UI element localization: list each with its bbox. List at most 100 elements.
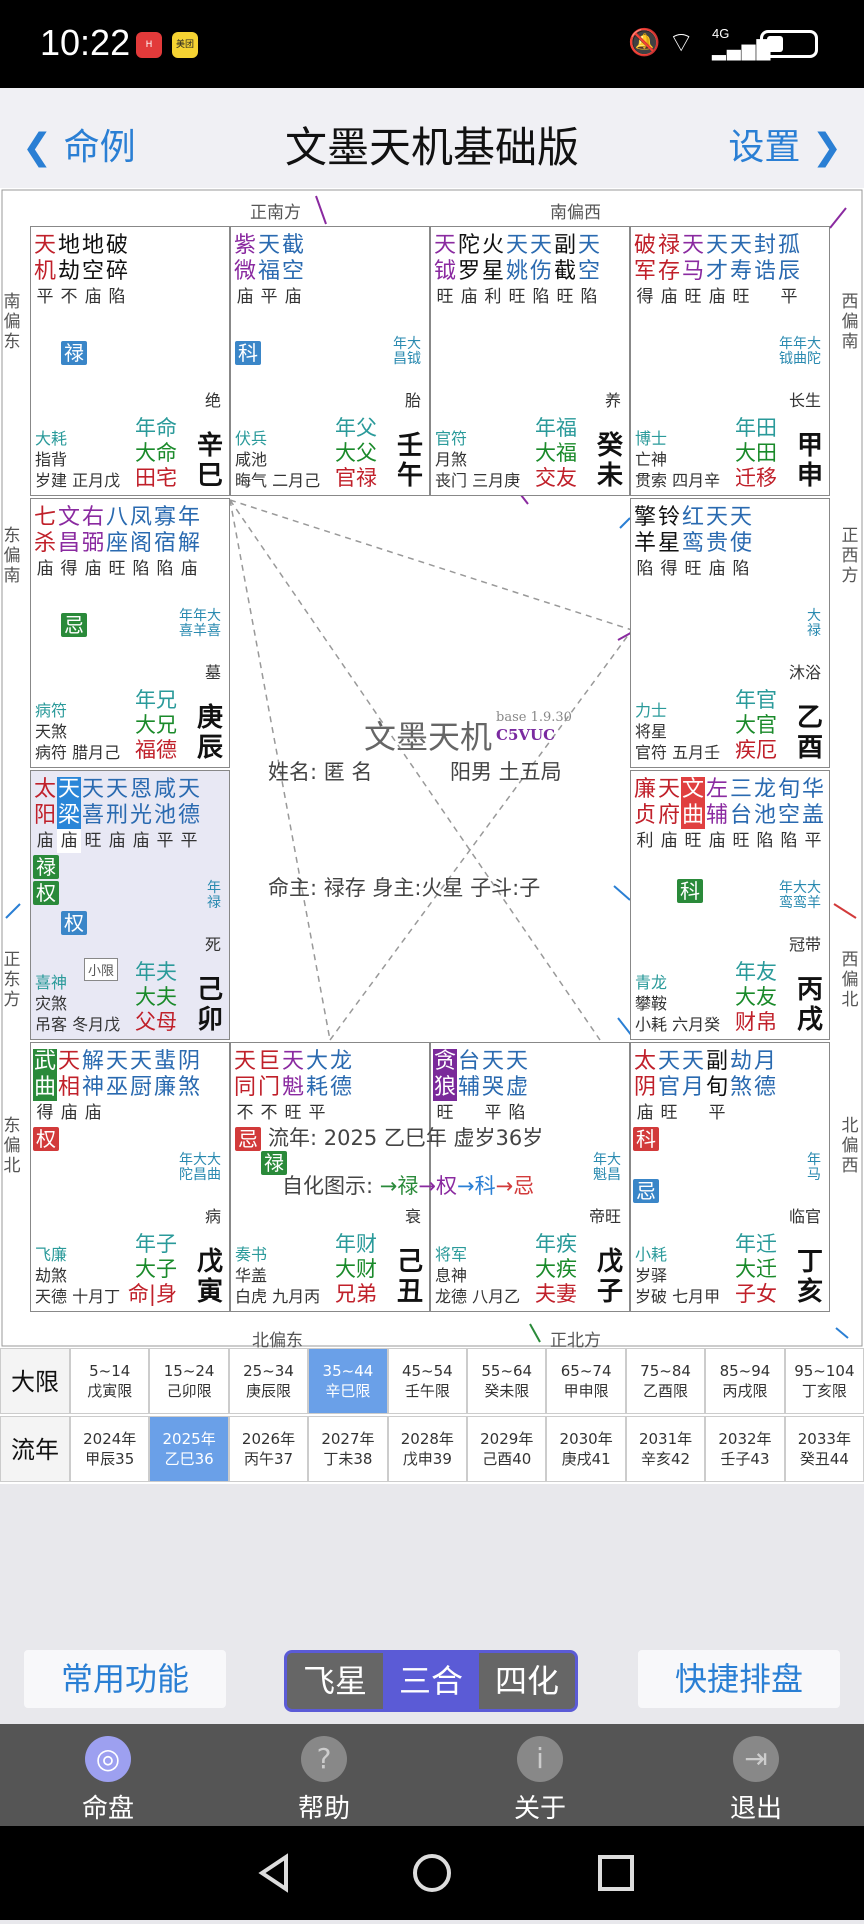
palace-7[interactable]: 廉贞利天府庙文曲旺左辅庙三台旺龙池陷旬空陷华盖平科年大大 鸾鸾羊 青龙 攀鞍 小耗 六… xyxy=(630,770,830,1040)
liunian-cell[interactable]: 2028年 戊申39 xyxy=(387,1416,468,1482)
cell-line1: 2027年 xyxy=(321,1430,375,1448)
god-line: 晦气 二月己 xyxy=(235,471,321,490)
quick-chart-button[interactable]: 快捷排盘 xyxy=(638,1650,840,1708)
liunian-cell[interactable]: 2030年 庚戌41 xyxy=(546,1416,626,1482)
nav-help[interactable]: ? 帮助 xyxy=(264,1724,384,1825)
palace-4[interactable]: 七杀庙文昌得右弼庙八座旺凤阁陷寡宿陷年解庙忌年年大 喜羊喜 病符 天煞 病符 腊月己年… xyxy=(30,498,230,768)
liunian-cell[interactable]: 2026年 丙午37 xyxy=(228,1416,309,1482)
liunian-cell[interactable]: 2033年 癸丑44 xyxy=(784,1416,864,1482)
common-functions-button[interactable]: 常用功能 xyxy=(24,1650,226,1708)
nav-about[interactable]: i 关于 xyxy=(480,1724,600,1825)
palace-name-line: 年友 xyxy=(735,960,777,984)
star: 红鸾旺 xyxy=(681,505,705,581)
cell-line2: 庚戌41 xyxy=(561,1450,611,1468)
sihua-chip: 科 xyxy=(677,879,703,903)
star-name: 凤阁 xyxy=(129,505,152,556)
home-circle-icon[interactable] xyxy=(413,1854,451,1892)
star-name: 红鸾 xyxy=(681,505,704,556)
year-chip: 年大大 陀昌曲 xyxy=(179,1152,221,1183)
palace-name-line: 年官 xyxy=(735,688,777,712)
palace-name-line: 年命 xyxy=(135,416,177,440)
star: 劫煞 xyxy=(729,1049,753,1125)
god-line: 咸池 xyxy=(235,450,268,469)
palace-5[interactable]: 擎羊陷铃星得红鸾旺天贵庙天使陷大 禄力士 将星 官符 五月壬 年官 大官 疾厄 沐浴 乙酉 xyxy=(630,498,830,768)
cell-line1: 2026年 xyxy=(241,1430,296,1448)
settings-button[interactable]: 设置 ❯ xyxy=(728,118,842,170)
palace-name-line: 大田 xyxy=(735,441,777,465)
palace-1[interactable]: 紫微庙天福平截空庙科年大 昌钺 伏兵 咸池 晦气 二月己 年父 大父 官禄胎壬午 xyxy=(230,226,430,496)
palace-names: 年兄 大兄 福德 xyxy=(135,688,177,763)
liunian-row: 流年 2024年 甲辰35 2025年 乙巳36 2026年 丙午37 2027年 丁未38 2… xyxy=(0,1416,864,1482)
liunian-cell[interactable]: 2027年 丁未38 xyxy=(308,1416,388,1482)
liunian-cell[interactable]: 2032年 壬子43 xyxy=(705,1416,785,1482)
daxian-cell[interactable]: 15~24 己卯限 xyxy=(149,1348,229,1414)
star-brightness: 庙 xyxy=(36,559,54,579)
star-name: 天才 xyxy=(705,233,728,284)
liunian-cell[interactable]: 2029年 己酉40 xyxy=(467,1416,547,1482)
sihua-chip: 权 xyxy=(61,911,87,935)
daxian-cell[interactable]: 35~44 辛巳限 xyxy=(308,1348,388,1414)
star-brightness: 平 xyxy=(36,287,54,307)
ganzhi: 己卯 xyxy=(196,975,223,1035)
god-line: 灾煞 xyxy=(35,994,68,1013)
palace-2[interactable]: 天钺旺陀罗庙火星利天姚旺天伤陷副截旺天空陷官符 月煞 丧门 三月庚 年福 大福 交友养癸未 xyxy=(430,226,630,496)
tab-sihua[interactable]: 四化 xyxy=(479,1653,575,1709)
god-line: 小耗 六月癸 xyxy=(635,1015,721,1034)
daxian-row: 大限 5~14 戊寅限 15~24 己卯限 25~34 庚辰限 35~44 辛巳限 45~54 壬… xyxy=(0,1348,864,1414)
ganzhi: 乙酉 xyxy=(796,703,823,763)
god-line: 息神 xyxy=(435,1266,468,1285)
daxian-cell[interactable]: 95~104 丁亥限 xyxy=(784,1348,864,1414)
daxian-cell[interactable]: 85~94 丙戌限 xyxy=(705,1348,785,1414)
star-name: 太阳 xyxy=(33,777,56,828)
palace-0[interactable]: 天机平地劫不地空庙破碎陷禄大耗 指背 岁建 正月戊 年命 大命 田宅绝辛巳 xyxy=(30,226,230,496)
star-brightness: 平 xyxy=(260,287,278,307)
sihua-chip: 科 xyxy=(235,341,261,365)
god-line: 官符 五月壬 xyxy=(635,743,721,762)
astrology-chart: 正南方 南偏西 北偏东 正北方 南偏东 东偏南 正东方 东偏北 西偏南 正西方 … xyxy=(0,188,864,1351)
palace-stars: 七杀庙文昌得右弼庙八座旺凤阁陷寡宿陷年解庙 xyxy=(33,505,201,581)
daxian-cell[interactable]: 5~14 戊寅限 xyxy=(70,1348,150,1414)
palace-names: 年官 大官 疾厄 xyxy=(735,688,777,763)
recents-square-icon[interactable] xyxy=(598,1855,634,1891)
star-name: 天德 xyxy=(177,777,200,828)
star: 孤辰平 xyxy=(777,233,801,309)
ganzhi: 庚辰 xyxy=(196,703,223,763)
palace-stars: 擎羊陷铃星得红鸾旺天贵庙天使陷 xyxy=(633,505,753,581)
palace-8[interactable]: 武曲得天相庙解神庙天巫 天厨 蜚廉 阴煞权年大大 陀昌曲 飞廉 劫煞 天德 十月丁 年子 大子命… xyxy=(30,1042,230,1312)
daxian-cell[interactable]: 25~34 庚辰限 xyxy=(228,1348,309,1414)
tab-feixing[interactable]: 飞星 xyxy=(287,1653,383,1709)
liunian-cell[interactable]: 2024年 甲辰35 xyxy=(70,1416,150,1482)
palace-6[interactable]: 太阳庙天梁庙天喜旺天刑庙恩光庙咸池平天德平禄权权年 禄喜神 灾煞 吊客 冬月戊 年夫大… xyxy=(30,770,230,1040)
year-chip: 大 禄 xyxy=(807,608,821,639)
star-brightness: 陷 xyxy=(780,831,798,851)
palace-name-line: 年疾 xyxy=(535,1232,577,1256)
liunian-cell[interactable]: 2025年 乙巳36 xyxy=(149,1416,229,1482)
daxian-cell[interactable]: 65~74 甲申限 xyxy=(546,1348,626,1414)
star-brightness: 旺 xyxy=(732,831,750,851)
palace-name-line: 大夫 xyxy=(135,985,177,1009)
daxian-cell[interactable]: 55~64 癸未限 xyxy=(467,1348,547,1414)
liunian-cell[interactable]: 2031年 辛亥42 xyxy=(625,1416,706,1482)
palace-names: 年父 大父 官禄 xyxy=(335,416,377,491)
palace-3[interactable]: 破军得禄存庙天马旺天才庙天寿旺封诰 孤辰平年年大 钺曲陀 博士 亡神 贯索 四月辛 年田大… xyxy=(630,226,830,496)
xiaoxian-marker: 小限 xyxy=(84,958,119,981)
direction-top-right: 南偏西 xyxy=(550,203,601,223)
cell-line2: 己卯限 xyxy=(166,1382,212,1400)
year-chip: 年年大 喜羊喜 xyxy=(179,608,221,639)
year-chip: 年大大 鸾鸾羊 xyxy=(779,880,821,911)
star-brightness: 庙 xyxy=(36,831,54,851)
star: 天使陷 xyxy=(729,505,753,581)
nav-chart[interactable]: ◎ 命盘 xyxy=(48,1724,168,1825)
tab-sanhe[interactable]: 三合 xyxy=(383,1653,479,1709)
daxian-cell[interactable]: 75~84 乙酉限 xyxy=(625,1348,706,1414)
back-triangle-icon[interactable] xyxy=(258,1853,288,1893)
star-name: 武曲 xyxy=(33,1049,56,1100)
palace-11[interactable]: 太阴庙天官旺天月 副旬平劫煞 月德科忌年 马小耗 岁驿 岁破 七月甲 年迁 大迁 子女 临官 丁亥 xyxy=(630,1042,830,1312)
star: 天空陷 xyxy=(577,233,601,309)
system-nav-icons xyxy=(258,1853,634,1893)
star: 恩光庙 xyxy=(129,777,153,853)
star-name: 旬空 xyxy=(777,777,800,828)
star-name: 年解 xyxy=(177,505,200,556)
nav-exit[interactable]: ⇥ 退出 xyxy=(696,1724,816,1825)
daxian-cell[interactable]: 45~54 壬午限 xyxy=(387,1348,468,1414)
